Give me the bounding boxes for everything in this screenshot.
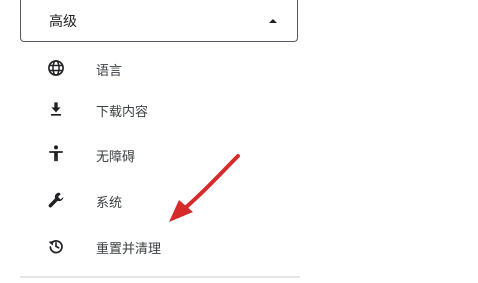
menu-divider	[20, 276, 300, 278]
advanced-section-title: 高级	[49, 14, 77, 30]
download-icon	[51, 102, 61, 116]
caret-up-icon	[269, 19, 277, 23]
accessibility-icon	[49, 145, 63, 162]
red-arrow-icon	[169, 154, 240, 222]
settings-advanced-menu-screenshot: 高级 语言 下载内容 无障碍 系统 重置并清理	[0, 0, 478, 283]
globe-icon	[48, 60, 64, 76]
menu-item-language[interactable]: 语言	[20, 46, 298, 90]
menu-item-reset-label: 重置并清理	[96, 242, 162, 257]
menu-item-system-label: 系统	[96, 196, 123, 211]
menu-item-downloads[interactable]: 下载内容	[20, 87, 298, 131]
menu-item-language-label: 语言	[96, 64, 123, 79]
restore-icon	[48, 240, 63, 254]
advanced-section-toggle[interactable]: 高级	[20, 0, 298, 42]
wrench-icon	[48, 192, 64, 208]
menu-item-reset[interactable]: 重置并清理	[20, 224, 298, 268]
menu-item-accessibility-label: 无障碍	[96, 150, 136, 165]
menu-item-downloads-label: 下载内容	[96, 105, 149, 120]
menu-item-system[interactable]: 系统	[20, 178, 298, 222]
menu-item-accessibility[interactable]: 无障碍	[20, 132, 298, 176]
